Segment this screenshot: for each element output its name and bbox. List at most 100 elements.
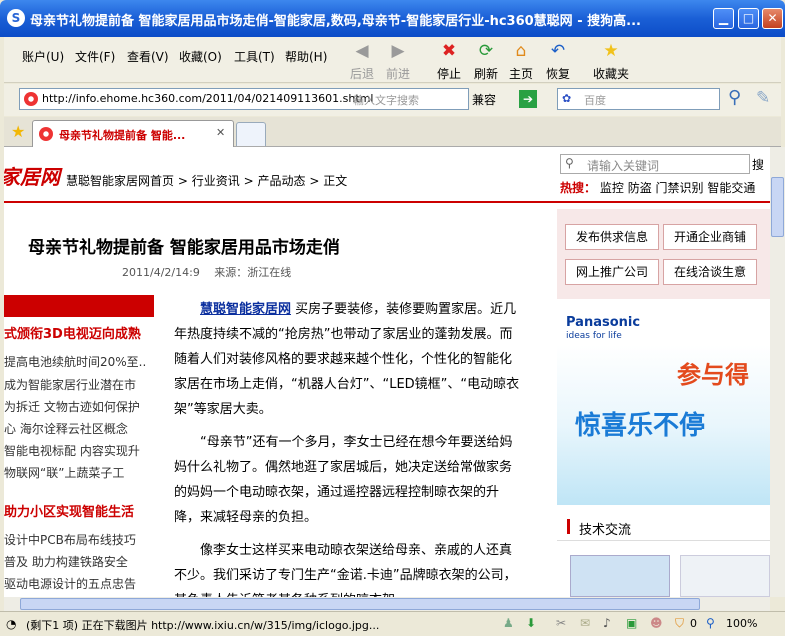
stop-button[interactable]: ✖ 停止: [429, 39, 469, 82]
download-icon[interactable]: ⬇: [526, 616, 536, 630]
sidebar-link[interactable]: 普及 助力构建铁路安全: [4, 553, 128, 570]
tech-section-title[interactable]: 技术交流: [579, 519, 631, 538]
baidu-paw-icon: ✿: [562, 92, 572, 105]
blocked-count: 0: [690, 617, 697, 630]
publish-supply-button[interactable]: 发布供求信息: [565, 224, 659, 250]
hot-link[interactable]: 智能交通: [707, 181, 755, 195]
breadcrumb-products-link[interactable]: 产品动态: [257, 174, 305, 188]
compat-mode-button[interactable]: 兼容: [472, 91, 496, 108]
new-tab-button[interactable]: [236, 122, 266, 146]
sidebar-link[interactable]: 成为智能家居行业潜在市: [4, 376, 136, 393]
back-button[interactable]: ◀ 后退: [342, 39, 382, 82]
sidebar-banner: [4, 295, 154, 317]
open-shop-button[interactable]: 开通企业商铺: [663, 224, 757, 250]
pen-icon[interactable]: ✎: [756, 88, 770, 108]
sidebar-link[interactable]: 设计中PCB布局布线技巧: [4, 531, 136, 548]
online-promotion-button[interactable]: 网上推广公司: [565, 259, 659, 285]
zoom-level[interactable]: 100%: [726, 617, 757, 630]
window-title: 母亲节礼物提前备 智能家居用品市场走俏-智能家居,数码,母亲节-智能家居行业-h…: [30, 14, 641, 29]
menu-view[interactable]: 查看(V): [127, 48, 169, 65]
speaker-icon[interactable]: ♪: [603, 616, 611, 630]
tab-active[interactable]: 母亲节礼物提前备 智能... ✕: [32, 120, 234, 147]
restore-button[interactable]: ↶ 恢复: [538, 39, 578, 82]
header-divider: [4, 201, 770, 203]
menu-tools[interactable]: 工具(T): [234, 48, 275, 65]
maximize-button[interactable]: □: [738, 8, 759, 29]
site-search-button[interactable]: 搜: [752, 156, 764, 173]
article-body: 慧聪智能家居网 买房子要装修，装修要购置家居。近几年热度持续不减的“抢房热”也带…: [174, 297, 522, 597]
horizontal-scrollbar[interactable]: [4, 597, 770, 611]
tech-thumbnail[interactable]: [680, 555, 770, 597]
tab-label: 母亲节礼物提前备 智能...: [59, 129, 186, 142]
menu-file[interactable]: 文件(F): [75, 48, 115, 65]
sidebar-link[interactable]: 提高电池续航时间20%至..: [4, 353, 146, 370]
person-icon[interactable]: ♟: [503, 616, 514, 630]
minimize-button[interactable]: ▁: [713, 8, 734, 29]
menu-favorites[interactable]: 收藏(O): [179, 48, 222, 65]
home-icon: ⌂: [515, 41, 527, 61]
zoom-icon[interactable]: ⚲: [706, 616, 715, 630]
tools-icon[interactable]: ✂: [556, 616, 566, 630]
ad-headline: 参与得: [677, 361, 749, 389]
tab-favicon-icon: [39, 127, 53, 141]
url-text: http://info.ehome.hc360.com/2011/04/0214…: [42, 92, 374, 105]
menu-toolbar: 账户(U) 文件(F) 查看(V) 收藏(O) 工具(T) 帮助(H) ◀ 后退 …: [4, 37, 781, 83]
hot-link[interactable]: 防盗: [628, 181, 652, 195]
panasonic-ad-banner[interactable]: Panasonic ideas for life 参与得 惊喜乐不停: [557, 305, 770, 505]
favorites-button[interactable]: ★ 收藏夹: [591, 39, 631, 82]
stop-icon: ✖: [441, 41, 457, 61]
sidebar-link[interactable]: 驱动电源设计的五点忠告: [4, 575, 136, 592]
refresh-button[interactable]: ⟳ 刷新: [466, 39, 506, 82]
site-search-input[interactable]: ⚲ 请输入关键词: [560, 154, 750, 174]
online-negotiation-button[interactable]: 在线洽谈生意: [663, 259, 757, 285]
address-search-hint: 输入文字搜索: [353, 94, 419, 107]
vertical-scrollbar[interactable]: [770, 147, 785, 597]
hot-search: 热搜： 监控 防盗 门禁识别 智能交通: [560, 181, 756, 195]
ad-brand: Panasonic: [566, 315, 641, 330]
site-favicon-icon: [24, 92, 38, 106]
screenshot-icon[interactable]: ▣: [626, 616, 637, 630]
hot-link[interactable]: 监控: [600, 181, 624, 195]
sidebar-heading[interactable]: 助力小区实现智能生活: [4, 501, 134, 520]
article-meta: 2011/4/2/14:9 来源：浙江在线: [122, 266, 292, 279]
article-paragraph: 慧聪智能家居网 买房子要装修，装修要购置家居。近几年热度持续不减的“抢房热”也带…: [174, 302, 520, 417]
shield-icon[interactable]: ⛉: [675, 616, 684, 631]
menu-account[interactable]: 账户(U): [22, 48, 64, 65]
mask-icon[interactable]: ☻: [650, 616, 663, 630]
scroll-thumb[interactable]: [771, 177, 784, 237]
go-arrow-icon[interactable]: ➔: [519, 90, 537, 108]
hot-link[interactable]: 门禁识别: [656, 181, 704, 195]
tab-bar: ★ 母亲节礼物提前备 智能... ✕: [4, 117, 781, 147]
search-engine-input[interactable]: ✿ 百度: [557, 88, 720, 110]
site-logo[interactable]: 家居网: [4, 161, 60, 190]
sidebar-link[interactable]: 物联网“联”上蔬菜子工: [4, 464, 124, 481]
favorite-star-icon[interactable]: ★: [11, 122, 25, 141]
loading-icon: ◔: [6, 617, 17, 631]
breadcrumb-news-link[interactable]: 行业资讯: [192, 174, 240, 188]
section-marker: [567, 519, 570, 534]
sidebar-link[interactable]: 心 海尔诠释云社区概念: [4, 420, 128, 437]
home-button[interactable]: ⌂ 主页: [501, 39, 541, 82]
forward-button[interactable]: ▶ 前进: [378, 39, 418, 82]
sidebar-heading[interactable]: 式颁衔3D电视迈向成熟: [4, 323, 141, 342]
page-viewport: 家居网 慧聪智能家居网首页 > 行业资讯 > 产品动态 > 正文 ⚲ 请输入关键…: [4, 147, 770, 597]
back-arrow-icon: ◀: [355, 41, 369, 61]
status-bar: ◔ (剩下1 项) 正在下载图片 http://www.ixiu.cn/w/31…: [0, 611, 785, 636]
sidebar-link[interactable]: 为拆迁 文物古迹如何保护: [4, 398, 140, 415]
menu-help[interactable]: 帮助(H): [285, 48, 327, 65]
notes-icon[interactable]: ✉: [580, 616, 590, 630]
url-input[interactable]: http://info.ehome.hc360.com/2011/04/0214…: [19, 88, 469, 110]
close-button[interactable]: ✕: [762, 8, 783, 29]
tab-close-icon[interactable]: ✕: [216, 126, 225, 139]
title-bar: S 母亲节礼物提前备 智能家居用品市场走俏-智能家居,数码,母亲节-智能家居行业…: [0, 0, 785, 37]
scroll-thumb[interactable]: [20, 598, 700, 610]
tech-thumbnail[interactable]: [570, 555, 670, 597]
ad-subheadline: 惊喜乐不停: [575, 411, 706, 441]
undo-arrow-icon: ↶: [550, 41, 566, 61]
lead-link[interactable]: 慧聪智能家居网: [200, 302, 291, 317]
breadcrumb-home-link[interactable]: 慧聪智能家居网首页: [66, 174, 174, 188]
magnifier-icon[interactable]: ⚲: [728, 87, 741, 108]
refresh-icon: ⟳: [478, 41, 494, 61]
sidebar-link[interactable]: 智能电视标配 内容实现升: [4, 442, 140, 459]
breadcrumb-current: 正文: [323, 174, 348, 188]
